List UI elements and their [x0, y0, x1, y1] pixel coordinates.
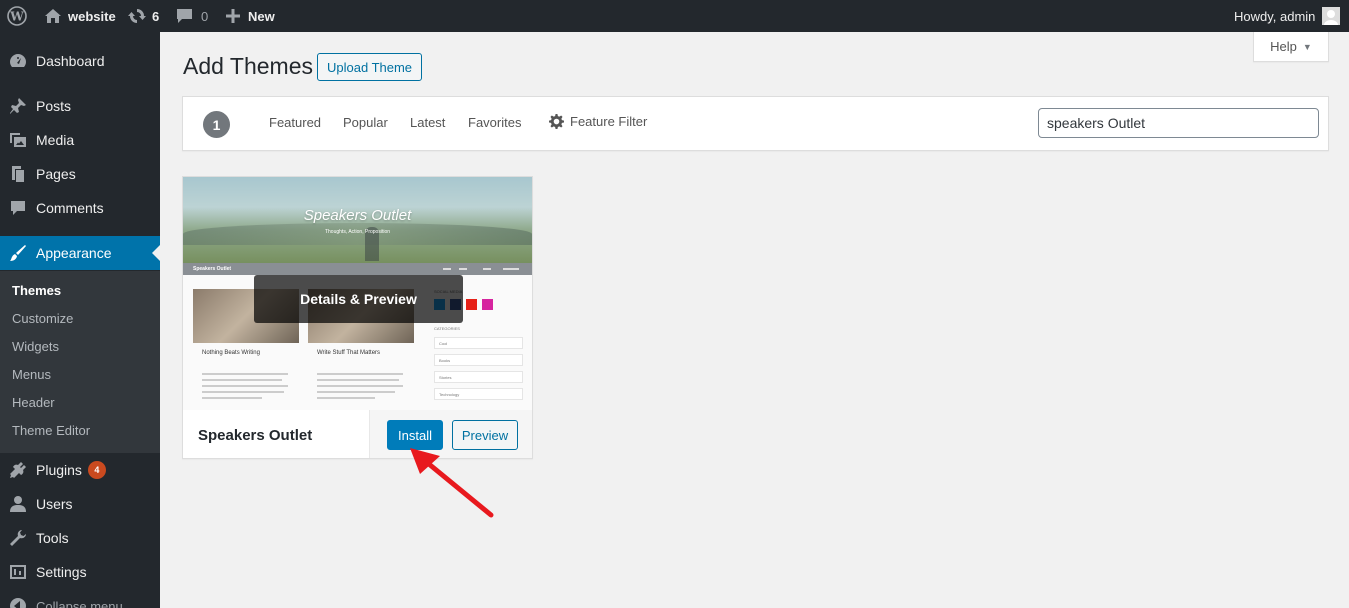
sidebar-item-pages[interactable]: Pages: [0, 157, 160, 191]
theme-search-input[interactable]: [1038, 108, 1319, 138]
wordpress-logo-icon[interactable]: W: [7, 0, 27, 32]
sidebar-item-label: Settings: [36, 564, 87, 580]
plus-icon: [225, 8, 241, 24]
plugins-update-badge: 4: [87, 461, 106, 479]
details-preview-overlay[interactable]: Details & Preview: [254, 275, 463, 323]
sidebar-item-label: Collapse menu: [36, 598, 123, 608]
help-label: Help: [1270, 39, 1297, 54]
current-menu-arrow: [152, 245, 160, 261]
sidebar-item-appearance[interactable]: Appearance: [0, 236, 160, 270]
sidebar-item-users[interactable]: Users: [0, 487, 160, 521]
sidebar-item-label: Users: [36, 496, 73, 512]
pin-icon: [8, 96, 28, 116]
theme-filter-bar: 1 Featured Popular Latest Favorites Feat…: [182, 96, 1329, 151]
home-icon: [44, 8, 62, 24]
collapse-icon: [8, 596, 28, 608]
sidebar-item-media[interactable]: Media: [0, 123, 160, 157]
sidebar-item-label: Dashboard: [36, 53, 105, 69]
submenu-item-header[interactable]: Header: [12, 393, 55, 413]
media-icon: [8, 130, 28, 150]
upload-theme-button[interactable]: Upload Theme: [317, 53, 423, 81]
avatar: [1322, 7, 1341, 25]
pages-icon: [8, 164, 28, 184]
filter-link-latest[interactable]: Latest: [410, 115, 445, 130]
submenu-item-customize[interactable]: Customize: [12, 309, 73, 329]
submenu-item-themes[interactable]: Themes: [12, 281, 61, 301]
comments-count: 0: [201, 8, 209, 24]
settings-icon: [8, 562, 28, 582]
screenshot-hero-subtitle: Thoughts, Action, Proposition: [324, 229, 391, 235]
updates-count: 6: [152, 8, 160, 24]
comment-icon: [8, 198, 28, 218]
screenshot-category: Technology: [434, 388, 523, 400]
comments-link[interactable]: 0: [176, 0, 208, 32]
gear-icon: [549, 114, 564, 129]
screenshot-hero: Speakers Outlet Thoughts, Action, Propos…: [183, 177, 532, 263]
sidebar-item-tools[interactable]: Tools: [0, 521, 160, 555]
sidebar-item-label: Pages: [36, 166, 76, 182]
sidebar-item-label: Comments: [36, 200, 104, 216]
my-account-link[interactable]: Howdy, admin: [1234, 0, 1341, 32]
youtube-icon: [466, 299, 477, 310]
comment-bubble-icon: [176, 8, 193, 24]
site-name: website: [68, 8, 116, 24]
page-title: Add Themes: [183, 53, 313, 79]
sidebar-item-label: Plugins: [36, 462, 82, 478]
feature-filter-button[interactable]: Feature Filter: [549, 114, 647, 129]
screenshot-widget-title: CATEGORIES: [434, 326, 460, 331]
appearance-submenu: Themes Customize Widgets Menus Header Th…: [0, 271, 160, 453]
theme-count-badge: 1: [203, 111, 230, 138]
site-name-link[interactable]: website: [44, 0, 116, 32]
filter-link-featured[interactable]: Featured: [269, 115, 321, 130]
caret-down-icon: ▼: [1302, 41, 1312, 52]
sidebar-item-posts[interactable]: Posts: [0, 89, 160, 123]
sidebar-item-dashboard[interactable]: Dashboard: [0, 44, 160, 78]
screenshot-category: Stories: [434, 371, 523, 383]
updates-link[interactable]: 6: [128, 0, 159, 32]
theme-screenshot[interactable]: Speakers Outlet Thoughts, Action, Propos…: [183, 177, 532, 410]
howdy-text: Howdy, admin: [1234, 8, 1316, 24]
sidebar-item-label: Media: [36, 132, 75, 148]
dashboard-icon: [8, 51, 28, 71]
admin-sidebar: Dashboard Posts Media Pages Comments App…: [0, 32, 160, 608]
submenu-item-theme-editor[interactable]: Theme Editor: [12, 421, 90, 441]
screenshot-post-title: Write Stuff That Matters: [317, 350, 381, 356]
screenshot-post-title: Nothing Beats Writing: [202, 350, 260, 356]
users-icon: [8, 494, 28, 514]
sidebar-item-settings[interactable]: Settings: [0, 555, 160, 589]
screenshot-nav: Speakers Outlet: [183, 263, 532, 275]
sidebar-collapse-menu[interactable]: Collapse menu: [0, 589, 160, 608]
sidebar-item-label: Posts: [36, 98, 72, 114]
screenshot-category: Books: [434, 354, 523, 366]
filter-link-favorites[interactable]: Favorites: [468, 115, 521, 130]
annotation-arrow-icon: [410, 448, 494, 518]
filter-link-popular[interactable]: Popular: [343, 115, 388, 130]
svg-text:W: W: [9, 10, 24, 24]
help-tab[interactable]: Help ▼: [1253, 32, 1329, 62]
screenshot-category: Cool: [434, 337, 523, 349]
updates-icon: [128, 7, 146, 25]
theme-name: Speakers Outlet: [198, 427, 313, 444]
wrench-icon: [8, 528, 28, 548]
sidebar-item-label: Tools: [36, 530, 69, 546]
instagram-icon: [482, 299, 493, 310]
screenshot-nav-brand: Speakers Outlet: [193, 266, 232, 272]
submenu-item-menus[interactable]: Menus: [12, 365, 51, 385]
new-label: New: [248, 8, 275, 24]
sidebar-item-label: Appearance: [36, 245, 112, 261]
plugin-icon: [8, 460, 28, 480]
screenshot-hero-title: Speakers Outlet: [303, 207, 412, 224]
sidebar-item-plugins[interactable]: Plugins 4: [0, 453, 160, 487]
submenu-item-widgets[interactable]: Widgets: [12, 337, 59, 357]
new-content-link[interactable]: New: [225, 0, 275, 32]
feature-filter-label: Feature Filter: [570, 114, 648, 129]
admin-bar: W website 6 0 New Howdy, admin: [0, 0, 1349, 32]
theme-card[interactable]: Speakers Outlet Thoughts, Action, Propos…: [182, 176, 533, 459]
sidebar-item-comments[interactable]: Comments: [0, 191, 160, 225]
brush-icon: [8, 243, 28, 263]
